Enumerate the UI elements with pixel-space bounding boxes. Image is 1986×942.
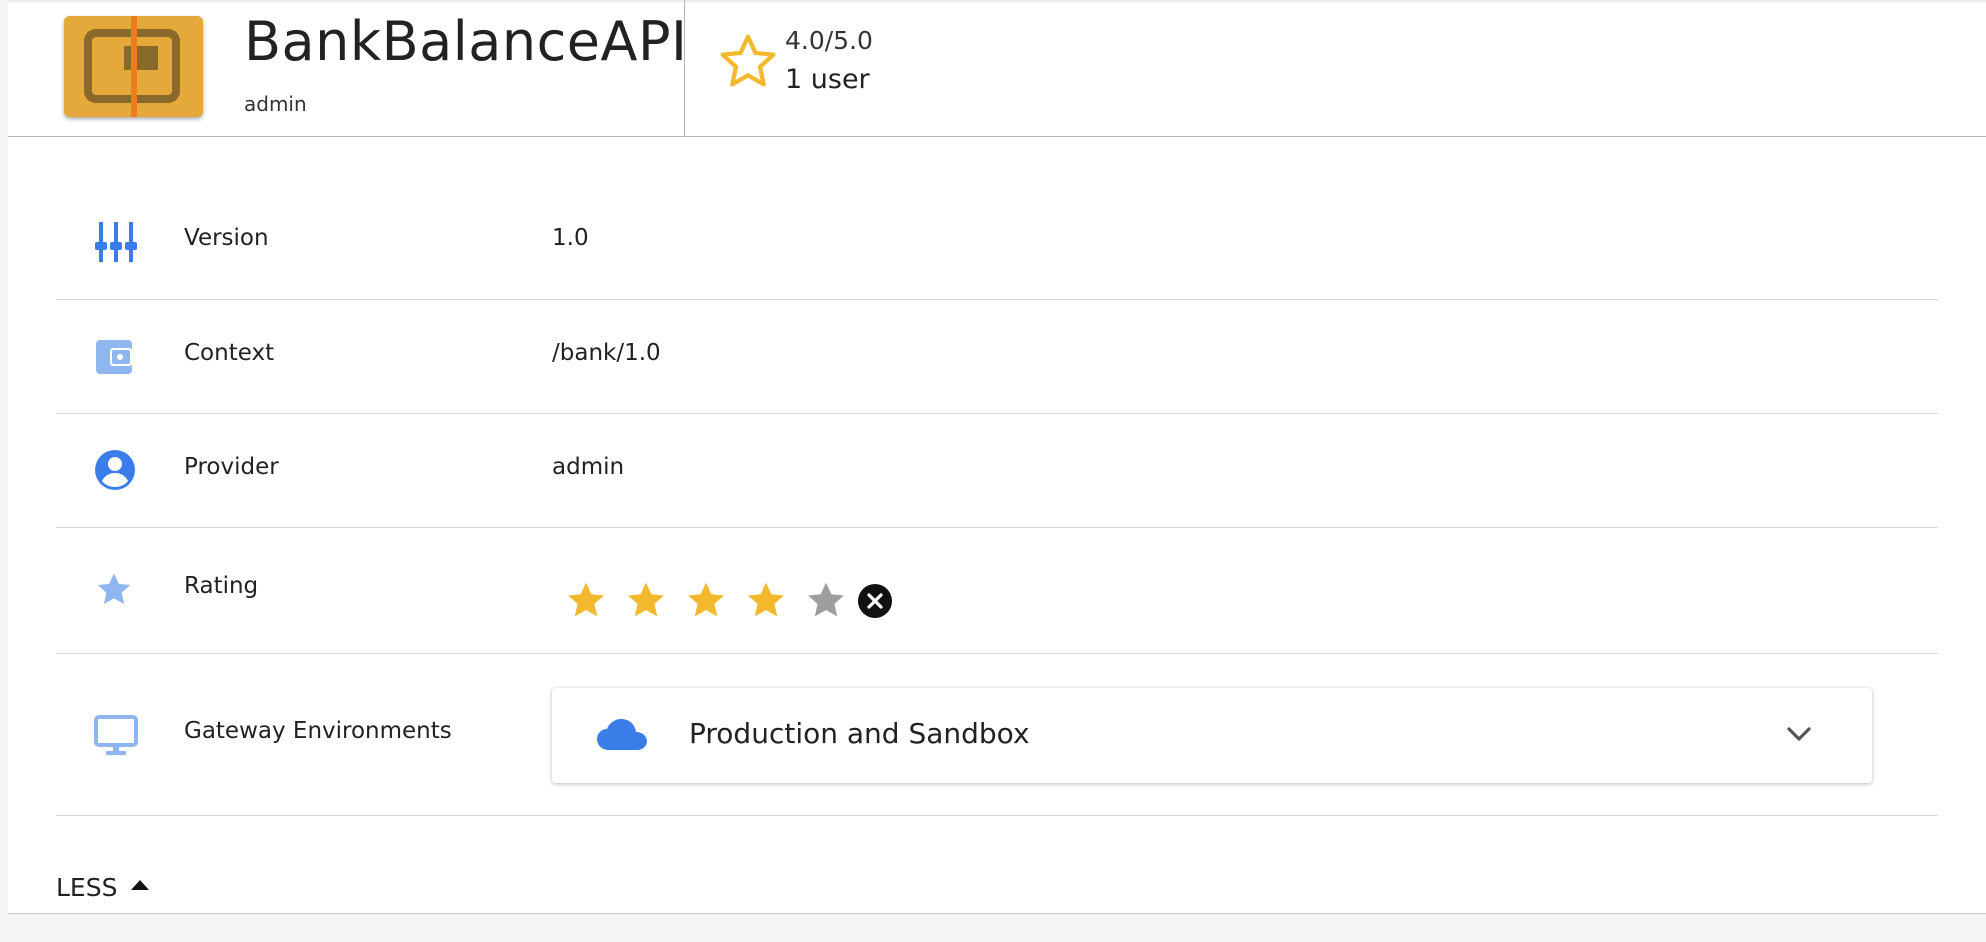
context-label: Context (184, 340, 275, 366)
caret-up-icon (131, 879, 150, 890)
rating-star-3[interactable] (684, 579, 728, 623)
provider-row: Provider admin (56, 413, 1938, 528)
less-toggle-button[interactable]: LESS (56, 873, 150, 902)
gateway-environment-dropdown[interactable]: Production and Sandbox (552, 688, 1872, 783)
cloud-icon (596, 718, 648, 756)
gateway-selected-value: Production and Sandbox (689, 717, 1030, 750)
provider-label: Provider (184, 454, 279, 480)
provider-value: admin (552, 454, 625, 480)
gateway-label: Gateway Environments (184, 718, 452, 744)
less-label: LESS (56, 873, 118, 902)
rating-stars (564, 579, 892, 623)
api-thumbnail-graphic (64, 16, 203, 117)
account-circle-icon (94, 449, 136, 495)
star-icon (94, 570, 134, 614)
monitor-icon (94, 714, 138, 760)
api-owner: admin (244, 92, 307, 116)
api-title: BankBalanceAPI (244, 10, 688, 73)
rating-row: Rating (56, 527, 1938, 654)
gateway-row: Gateway Environments Production and Sand… (56, 653, 1938, 816)
header-user-count: 1 user (785, 64, 870, 95)
context-row: Context /bank/1.0 (56, 299, 1938, 414)
header-divider (684, 0, 685, 136)
version-value: 1.0 (552, 225, 589, 251)
wallet-icon (94, 336, 134, 380)
rating-star-1[interactable] (564, 579, 608, 623)
api-thumbnail[interactable] (64, 16, 203, 117)
version-label: Version (184, 225, 269, 251)
tuning-sliders-icon (94, 220, 138, 268)
version-row: Version 1.0 (56, 180, 1938, 300)
api-header: BankBalanceAPI admin 4.0/5.0 1 user (8, 0, 1986, 137)
api-overview-panel: BankBalanceAPI admin 4.0/5.0 1 user Vers… (8, 0, 1986, 914)
rating-star-4[interactable] (744, 579, 788, 623)
rating-star-5[interactable] (804, 579, 848, 623)
rating-label: Rating (184, 573, 259, 599)
chevron-down-icon[interactable] (1784, 722, 1814, 750)
context-value: /bank/1.0 (552, 340, 661, 366)
close-icon (867, 593, 883, 609)
rating-star-2[interactable] (624, 579, 668, 623)
header-star-icon (715, 30, 781, 98)
clear-rating-button[interactable] (858, 584, 892, 618)
header-rating: 4.0/5.0 (785, 26, 873, 55)
